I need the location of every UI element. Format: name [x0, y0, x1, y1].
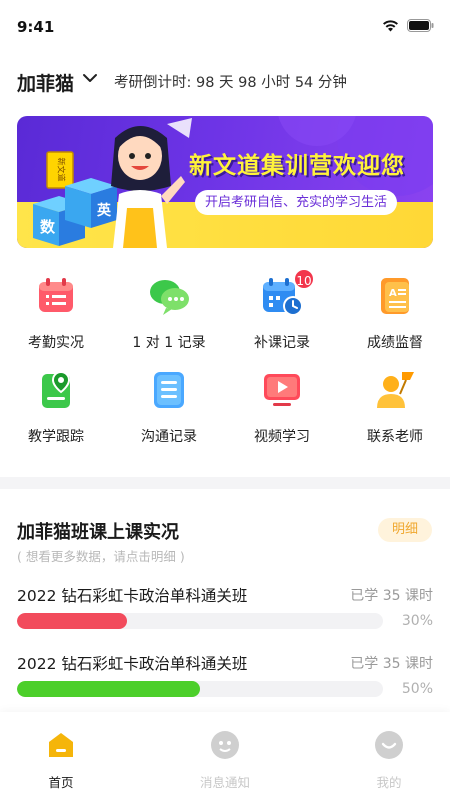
grid-item-contact-teacher[interactable]: 联系老师 — [339, 366, 450, 446]
chevron-down-icon[interactable] — [82, 70, 98, 86]
user-name[interactable]: 加菲猫 — [17, 69, 74, 96]
grid-label: 考勤实况 — [28, 335, 84, 351]
video-play-icon — [259, 366, 305, 412]
grid-label: 视频学习 — [254, 429, 310, 445]
section-title: 加菲猫班课上课实况 — [17, 522, 179, 543]
teacher-icon — [372, 366, 418, 412]
grid-item-one-on-one[interactable]: 1 对 1 记录 — [113, 272, 225, 352]
status-icons — [382, 19, 434, 32]
grid-label: 联系老师 — [367, 429, 423, 445]
bottom-nav: 首页 消息通知 我的 — [0, 712, 450, 800]
grid-label: 沟通记录 — [141, 429, 197, 445]
banner-subtitle: 开启考研自信、充实的学习生活 — [195, 190, 398, 215]
location-doc-icon — [33, 366, 79, 412]
exam-countdown: 考研倒计时: 98 天 98 小时 54 分钟 — [114, 75, 347, 91]
progress-fill — [17, 613, 127, 629]
notes-icon — [146, 366, 192, 412]
calendar-list-icon — [33, 272, 79, 318]
grid-label: 成绩监督 — [367, 335, 423, 351]
progress-track — [17, 613, 383, 629]
grid-item-makeup-class[interactable]: 10 补课记录 — [226, 268, 338, 352]
progress-percent: 30% — [401, 613, 433, 629]
section-divider — [0, 477, 450, 489]
calendar-clock-icon: 10 — [259, 268, 315, 318]
nav-item-home[interactable]: 首页 — [11, 730, 111, 791]
nav-item-messages[interactable]: 消息通知 — [175, 730, 275, 791]
grid-label: 1 对 1 记录 — [132, 335, 206, 351]
nav-label: 首页 — [48, 775, 74, 790]
course-name: 2022 钻石彩虹卡政治单科通关班 — [17, 587, 248, 605]
banner-title: 新文道集训营欢迎您 — [189, 153, 405, 179]
status-bar: 9:41 — [0, 0, 450, 52]
profile-icon — [375, 731, 403, 759]
svg-text:A: A — [389, 288, 397, 299]
grid-item-attendance[interactable]: 考勤实况 — [0, 272, 112, 352]
progress-track — [17, 681, 383, 697]
course-hours: 已学 35 课时 — [350, 588, 433, 604]
grid-label: 补课记录 — [254, 335, 310, 351]
home-icon — [49, 733, 73, 757]
header: 加菲猫 考研倒计时: 98 天 98 小时 54 分钟 — [0, 60, 450, 100]
progress-fill — [17, 681, 200, 697]
course-name: 2022 钻石彩虹卡政治单科通关班 — [17, 655, 248, 673]
nav-label: 消息通知 — [199, 775, 250, 790]
battery-icon — [407, 19, 434, 32]
chat-bubbles-icon — [146, 272, 192, 318]
nav-label: 我的 — [376, 775, 402, 790]
progress-percent: 50% — [401, 681, 433, 697]
grid-item-grades[interactable]: A 成绩监督 — [339, 272, 450, 352]
grid-label: 教学跟踪 — [28, 429, 84, 445]
status-time: 9:41 — [17, 18, 55, 36]
message-icon — [211, 731, 239, 759]
grid-item-communication[interactable]: 沟通记录 — [113, 366, 225, 446]
section-hint: ( 想看更多数据，请点击明细 ) — [17, 549, 185, 564]
grade-sheet-icon: A — [372, 272, 418, 318]
detail-button[interactable]: 明细 — [378, 518, 432, 542]
course-hours: 已学 35 课时 — [350, 656, 433, 672]
student-illustration — [111, 126, 185, 248]
nav-item-profile[interactable]: 我的 — [339, 730, 439, 791]
wifi-icon — [383, 19, 398, 31]
notification-badge: 10 — [293, 268, 315, 290]
book-label: 新文道 — [56, 157, 66, 182]
promo-banner[interactable]: 新文道 数 英 新文道集训营欢迎您 开启考研自信、充实的学习生活 — [17, 116, 433, 248]
grid-item-teaching-tracking[interactable]: 教学跟踪 — [0, 366, 112, 446]
cube-label-1: 数 — [40, 218, 56, 236]
grid-item-video-learning[interactable]: 视频学习 — [226, 366, 338, 446]
